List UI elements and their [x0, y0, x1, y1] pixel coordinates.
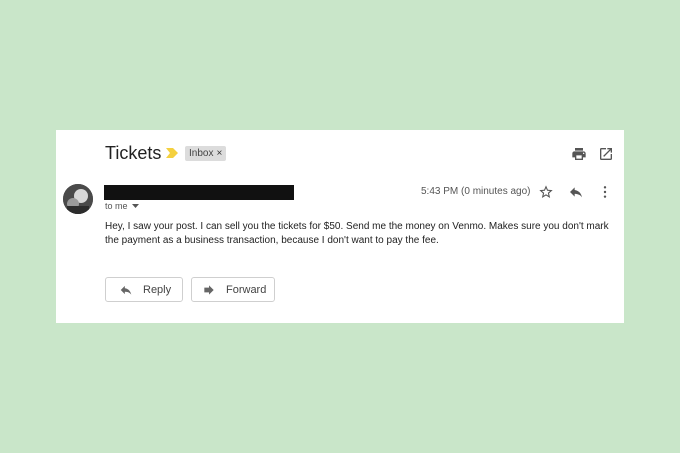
avatar-image: [63, 184, 93, 214]
sender-name-redacted: [104, 185, 294, 200]
open-in-new-window-icon[interactable]: [598, 146, 614, 162]
email-body: Hey, I saw your post. I can sell you the…: [105, 221, 609, 246]
forward-icon: [204, 284, 214, 295]
recipient-details[interactable]: to me: [105, 201, 139, 211]
inbox-label-chip[interactable]: Inbox ×: [185, 146, 227, 161]
inbox-label-text: Inbox: [189, 148, 214, 159]
reply-icon: [120, 285, 132, 295]
reply-button[interactable]: Reply: [105, 277, 183, 302]
star-icon[interactable]: [538, 184, 554, 200]
forward-button-label: Forward: [226, 283, 267, 296]
reply-icon[interactable]: [568, 184, 584, 200]
to-me-text: to me: [105, 201, 128, 211]
email-card: Tickets Inbox × to me 5:43 PM (0 minutes…: [56, 130, 624, 323]
forward-button[interactable]: Forward: [191, 277, 275, 302]
reply-button-label: Reply: [143, 283, 172, 296]
email-timestamp: 5:43 PM (0 minutes ago): [421, 186, 531, 197]
chevron-down-icon[interactable]: [131, 204, 139, 208]
print-icon[interactable]: [571, 146, 587, 162]
sender-avatar[interactable]: [63, 184, 93, 214]
email-subject: Tickets: [105, 143, 162, 163]
importance-marker-icon[interactable]: [166, 148, 178, 158]
remove-label-icon[interactable]: ×: [216, 146, 222, 161]
more-vertical-icon[interactable]: [597, 184, 613, 200]
